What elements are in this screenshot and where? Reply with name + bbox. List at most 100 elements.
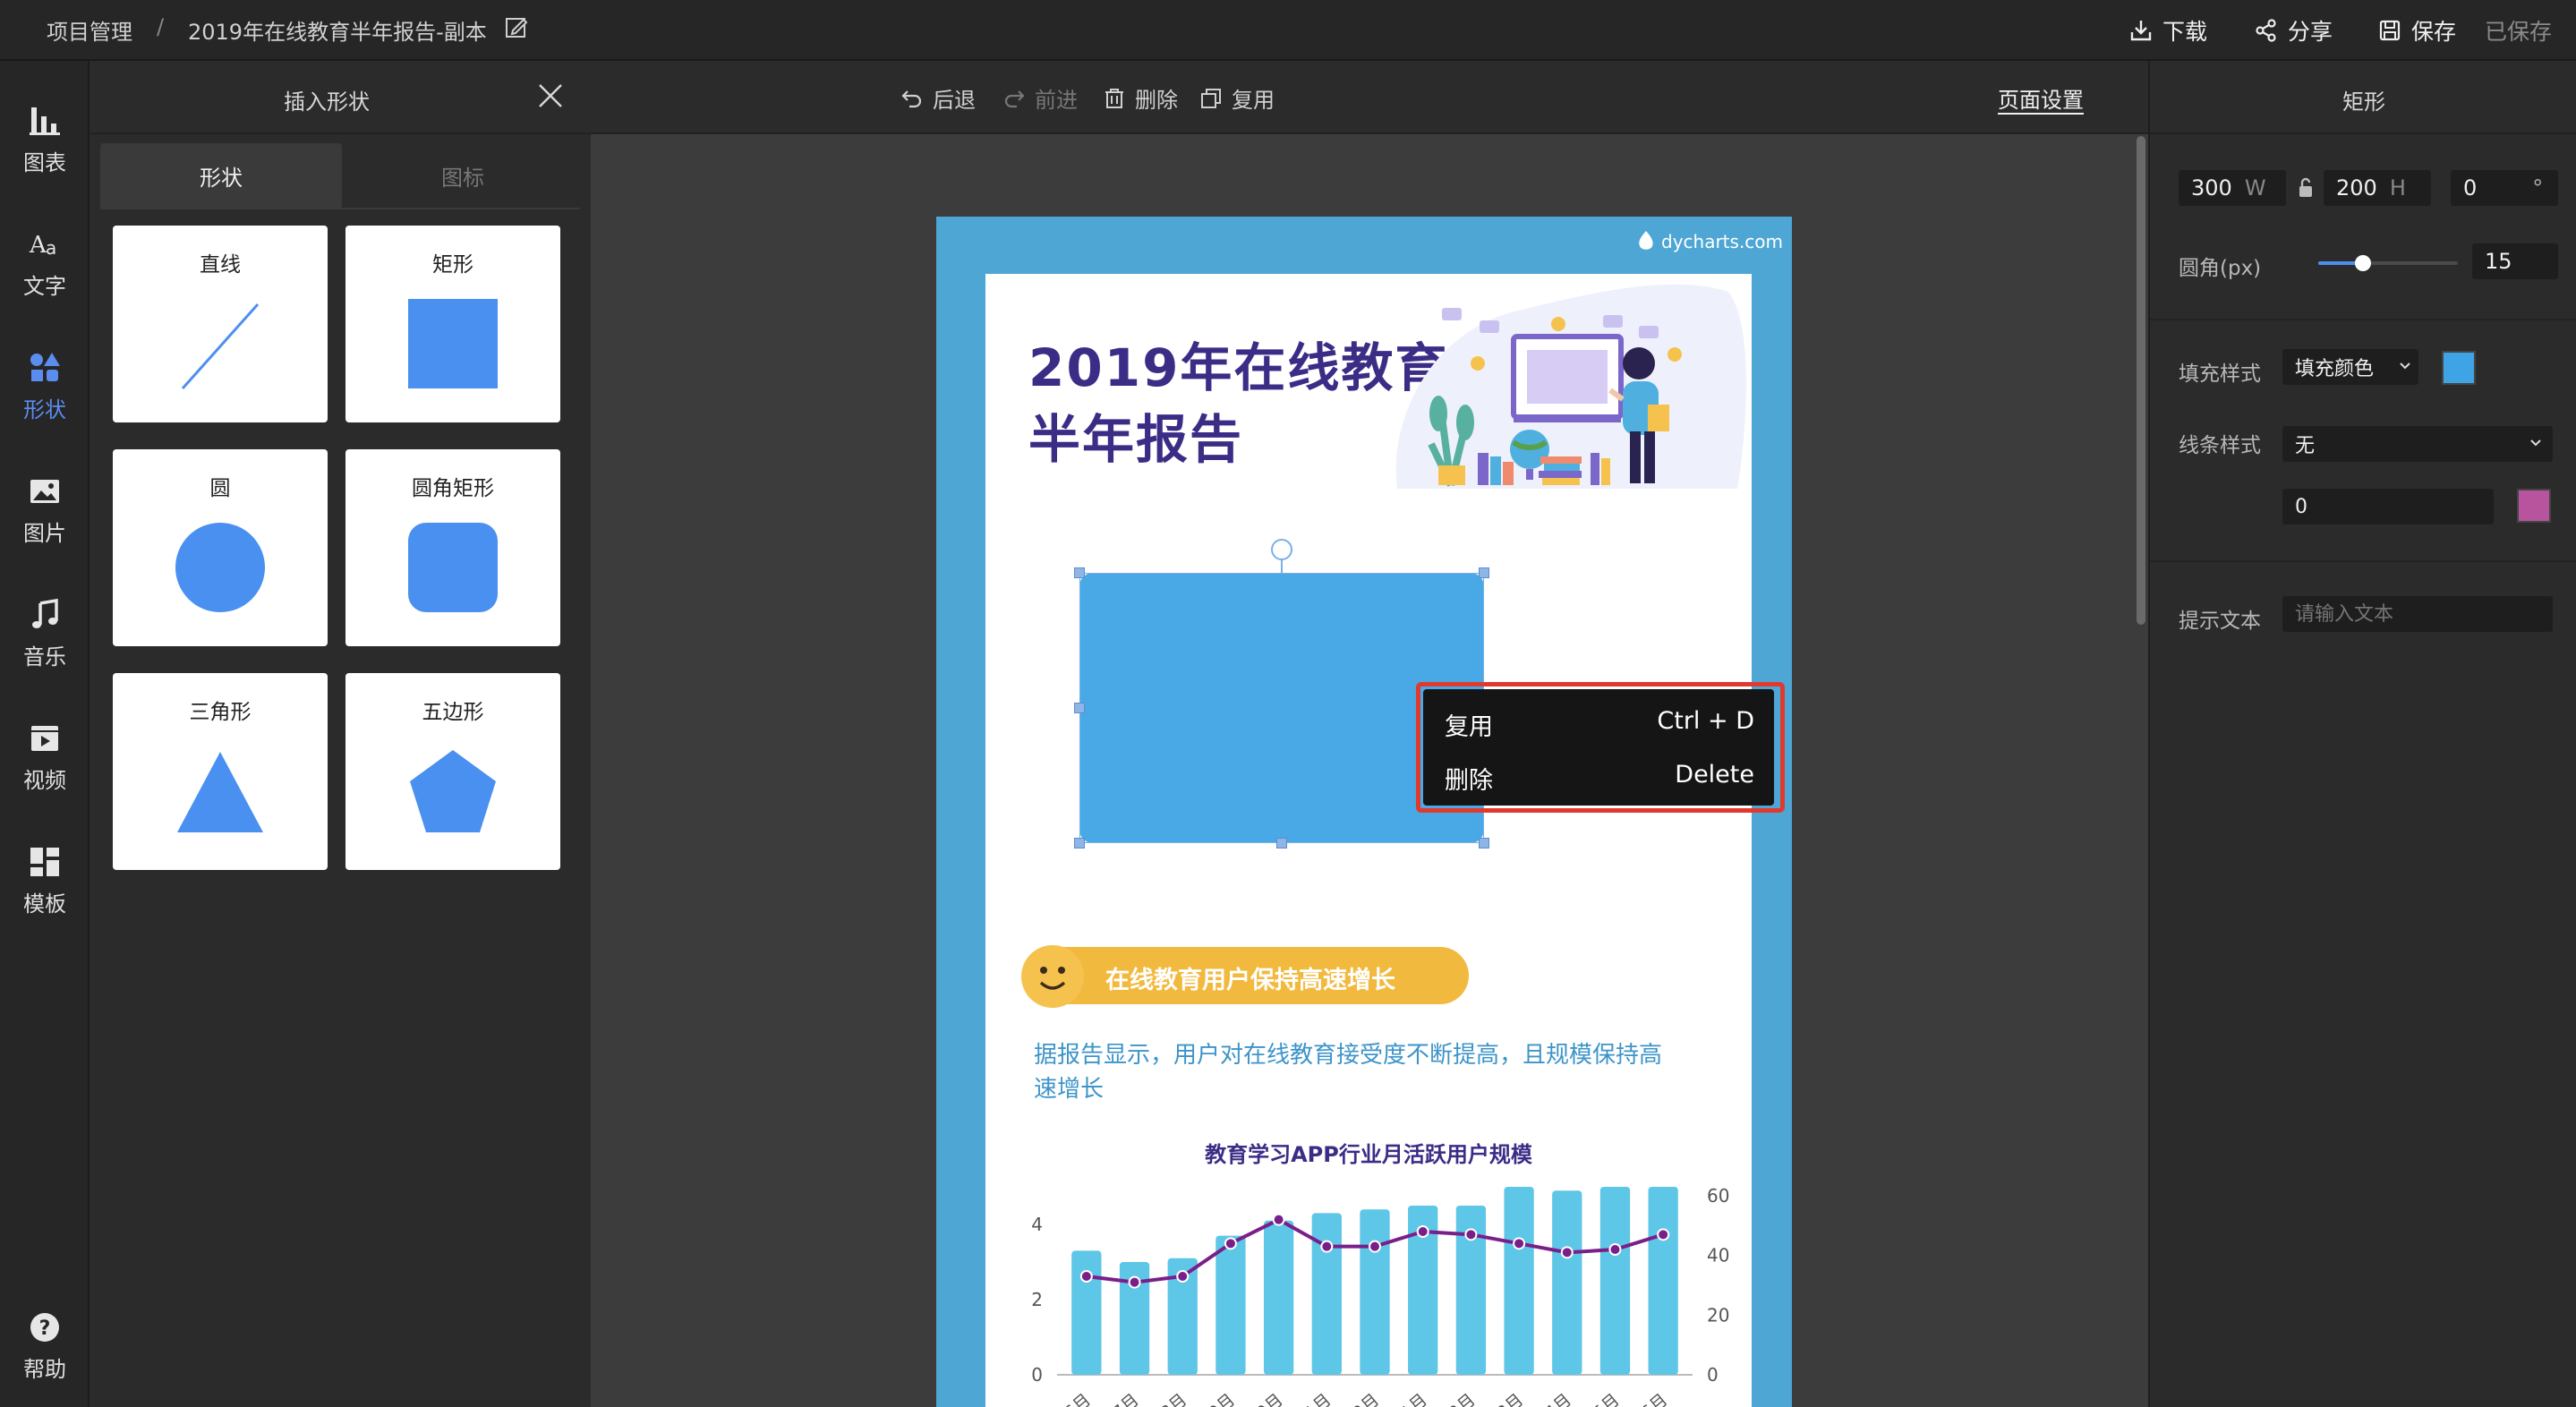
body-text-line1[interactable]: 据报告显示，用户对在线教育接受度不断提高，且规模保持高 bbox=[1034, 1036, 1662, 1070]
help-button[interactable]: ? 帮助 bbox=[0, 1296, 90, 1394]
edit-title-icon[interactable] bbox=[504, 14, 529, 43]
tab-shapes[interactable]: 形状 bbox=[100, 143, 342, 208]
save-button[interactable]: 保存 bbox=[2377, 13, 2456, 48]
shape-card-label: 三角形 bbox=[189, 701, 252, 724]
radius-slider-knob[interactable] bbox=[2354, 255, 2371, 271]
shape-card-triangle[interactable]: 三角形 bbox=[113, 673, 328, 870]
x-tick-label: 11月 bbox=[1292, 1390, 1335, 1407]
resize-handle-bottom[interactable] bbox=[1276, 838, 1287, 848]
divider bbox=[2150, 560, 2576, 562]
body-text-line2[interactable]: 速增长 bbox=[1034, 1070, 1104, 1104]
stroke-style-value: 无 bbox=[2295, 435, 2316, 457]
x-tick-label: 6月 bbox=[1061, 1390, 1095, 1407]
context-menu-shortcut: Ctrl + D bbox=[1657, 707, 1754, 735]
bar bbox=[1215, 1235, 1246, 1375]
x-tick-label: 4月 bbox=[1541, 1390, 1575, 1407]
teacher-illustration[interactable] bbox=[1379, 274, 1752, 489]
copy-icon bbox=[1201, 88, 1221, 108]
shape-card-pentagon[interactable]: 五边形 bbox=[345, 673, 560, 870]
close-icon[interactable] bbox=[537, 82, 564, 113]
hint-text-input[interactable] bbox=[2282, 596, 2553, 632]
rail-item-label: 视频 bbox=[23, 768, 66, 793]
svg-text:A: A bbox=[29, 232, 47, 259]
rail-item-text[interactable]: Aa 文字 bbox=[0, 213, 90, 311]
rail-item-shapes[interactable]: 形状 bbox=[0, 337, 90, 435]
redo-icon bbox=[1004, 90, 1025, 107]
width-unit: W bbox=[2244, 175, 2266, 200]
edit-toolbar: 后退 前进 删除 复用 页面设置 bbox=[591, 61, 2148, 134]
document-title: 2019年在线教育半年报告-副本 bbox=[188, 20, 487, 45]
poster-title-line2[interactable]: 半年报告 bbox=[1028, 397, 1243, 473]
x-tick-label: 3月 bbox=[1493, 1390, 1527, 1407]
mau-combo-chart[interactable]: 02402040606月7月8月9月10月11月12月1月2月3月4月5月6月 bbox=[985, 1169, 1752, 1407]
share-button[interactable]: 分享 bbox=[2254, 13, 2333, 48]
width-input[interactable]: 300 W bbox=[2179, 170, 2286, 206]
line-point bbox=[1608, 1243, 1622, 1256]
x-tick-label: 7月 bbox=[1109, 1390, 1143, 1407]
tab-icons[interactable]: 图标 bbox=[342, 143, 584, 208]
stroke-width-input[interactable]: 0 bbox=[2282, 489, 2494, 524]
rotate-handle[interactable] bbox=[1271, 539, 1292, 560]
section-tag[interactable]: 在线教育用户保持高速增长 bbox=[1021, 945, 1469, 1008]
properties-title: 矩形 bbox=[2150, 61, 2576, 134]
x-tick-label: 10月 bbox=[1245, 1390, 1287, 1407]
rail-item-music[interactable]: 音乐 bbox=[0, 584, 90, 682]
fill-color-swatch[interactable] bbox=[2442, 351, 2476, 385]
context-menu-duplicate[interactable]: 复用 Ctrl + D bbox=[1423, 695, 1774, 746]
height-unit: H bbox=[2389, 175, 2406, 200]
shapes-icon bbox=[30, 353, 60, 381]
resize-handle-left[interactable] bbox=[1074, 703, 1085, 713]
shape-card-line[interactable]: 直线 bbox=[113, 226, 328, 422]
line-shape-icon bbox=[181, 303, 260, 389]
rail-item-image[interactable]: 图片 bbox=[0, 460, 90, 559]
x-tick-label: 9月 bbox=[1205, 1390, 1239, 1407]
context-menu-delete[interactable]: 删除 Delete bbox=[1423, 748, 1774, 800]
rail-item-label: 图表 bbox=[23, 150, 66, 175]
shape-card-rounded-rect[interactable]: 圆角矩形 bbox=[345, 449, 560, 646]
circle-shape-icon bbox=[175, 523, 265, 612]
rail-item-template[interactable]: 模板 bbox=[0, 831, 90, 929]
duplicate-button[interactable]: 复用 bbox=[1199, 82, 1275, 114]
x-tick-label: 6月 bbox=[1637, 1390, 1671, 1407]
page-settings-link[interactable]: 页面设置 bbox=[1998, 82, 2084, 114]
y-left-tick-label: 4 bbox=[1031, 1214, 1043, 1235]
redo-button[interactable]: 前进 bbox=[1002, 82, 1078, 114]
stroke-color-swatch[interactable] bbox=[2517, 489, 2551, 523]
bar-chart-icon bbox=[30, 107, 60, 135]
undo-button[interactable]: 后退 bbox=[900, 82, 976, 114]
context-menu-label: 删除 bbox=[1445, 767, 1493, 795]
rail-item-chart[interactable]: 图表 bbox=[0, 90, 90, 188]
breadcrumb-root[interactable]: 项目管理 bbox=[47, 14, 132, 46]
resize-handle-tl[interactable] bbox=[1074, 567, 1085, 578]
radius-input[interactable]: 15 bbox=[2472, 243, 2558, 279]
canvas-scrollbar[interactable] bbox=[2137, 136, 2145, 625]
section-tag-text: 在线教育用户保持高速增长 bbox=[1105, 967, 1395, 994]
resize-handle-bl[interactable] bbox=[1074, 838, 1085, 848]
rail-item-video[interactable]: 视频 bbox=[0, 707, 90, 806]
x-tick-label: 1月 bbox=[1397, 1390, 1431, 1407]
triangle-shape-icon bbox=[177, 752, 263, 832]
resize-handle-br[interactable] bbox=[1479, 838, 1489, 848]
fill-style-select[interactable]: 填充颜色 bbox=[2282, 349, 2418, 385]
resize-handle-tr[interactable] bbox=[1479, 567, 1489, 578]
shape-card-circle[interactable]: 圆 bbox=[113, 449, 328, 646]
context-menu: 复用 Ctrl + D 删除 Delete bbox=[1423, 689, 1774, 806]
radius-label: 圆角(px) bbox=[2179, 257, 2262, 280]
stroke-style-select[interactable]: 无 bbox=[2282, 426, 2553, 462]
lock-icon[interactable] bbox=[2297, 177, 2315, 202]
y-right-tick-label: 20 bbox=[1707, 1304, 1729, 1326]
bar bbox=[1263, 1220, 1294, 1375]
fill-style-value: 填充颜色 bbox=[2295, 358, 2375, 380]
save-icon bbox=[2379, 20, 2401, 41]
delete-button[interactable]: 删除 bbox=[1103, 82, 1178, 114]
rotation-unit: ° bbox=[2532, 175, 2544, 200]
chevron-down-icon bbox=[2530, 439, 2541, 447]
download-button[interactable]: 下载 bbox=[2128, 13, 2207, 48]
radius-slider-track[interactable] bbox=[2318, 255, 2458, 271]
download-icon bbox=[2130, 21, 2152, 41]
height-input[interactable]: 200 H bbox=[2324, 170, 2431, 206]
rail-item-label: 文字 bbox=[23, 274, 66, 299]
shape-card-rect[interactable]: 矩形 bbox=[345, 226, 560, 422]
rotation-input[interactable]: 0 ° bbox=[2451, 170, 2558, 206]
x-tick-label: 8月 bbox=[1156, 1390, 1190, 1407]
